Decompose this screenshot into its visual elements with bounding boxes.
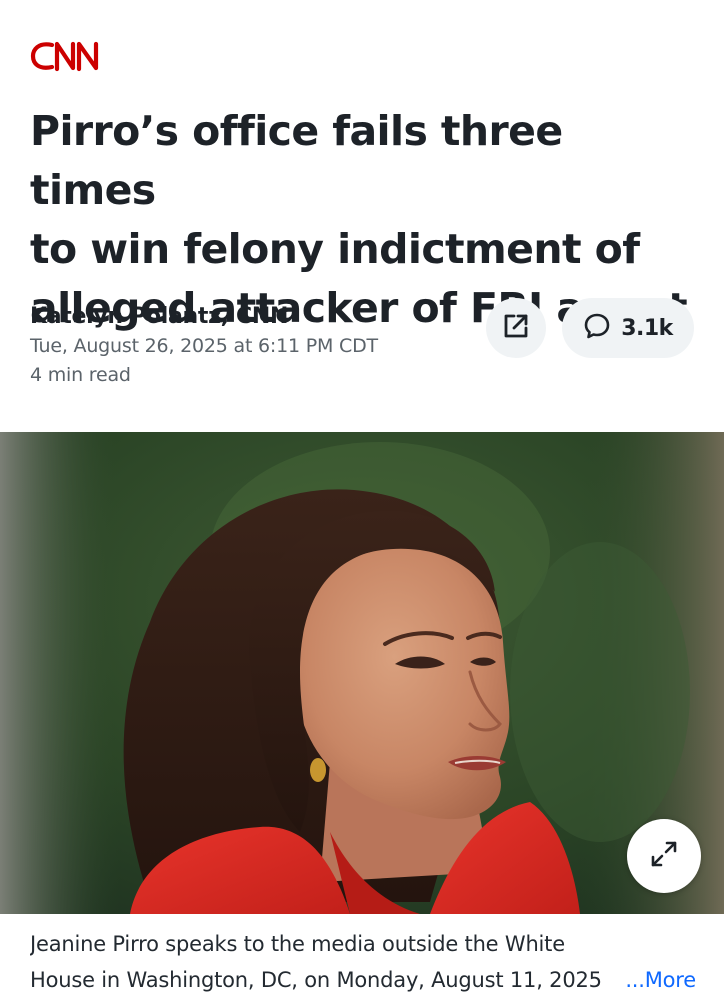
byline: Katelyn Polantz, CNN Tue, August 26, 202… bbox=[30, 302, 470, 390]
caption-line: Jeanine Pirro speaks to the media outsid… bbox=[30, 932, 565, 956]
headline-line: to win felony indictment of bbox=[30, 225, 640, 273]
expand-image-button[interactable] bbox=[627, 819, 701, 893]
author-name[interactable]: Katelyn Polantz, CNN bbox=[30, 302, 470, 332]
image-caption: Jeanine Pirro speaks to the media outsid… bbox=[30, 926, 696, 998]
comments-button[interactable]: 3.1k bbox=[562, 298, 694, 358]
cnn-logo[interactable] bbox=[30, 38, 104, 74]
share-icon bbox=[502, 312, 530, 345]
caption-more-link[interactable]: ...More bbox=[625, 962, 696, 998]
comment-count: 3.1k bbox=[621, 315, 673, 341]
caption-line: House in Washington, DC, on Monday, Augu… bbox=[30, 962, 696, 998]
publish-date: Tue, August 26, 2025 at 6:11 PM CDT bbox=[30, 335, 378, 357]
headline-line: Pirro’s office fails three times bbox=[30, 107, 563, 214]
expand-icon bbox=[648, 838, 680, 875]
caption-text-truncated: House in Washington, DC, on Monday, Augu… bbox=[30, 968, 602, 992]
comment-icon bbox=[583, 312, 611, 345]
article-hero-image[interactable] bbox=[0, 432, 724, 914]
read-time: 4 min read bbox=[30, 364, 131, 386]
share-button[interactable] bbox=[486, 298, 546, 358]
